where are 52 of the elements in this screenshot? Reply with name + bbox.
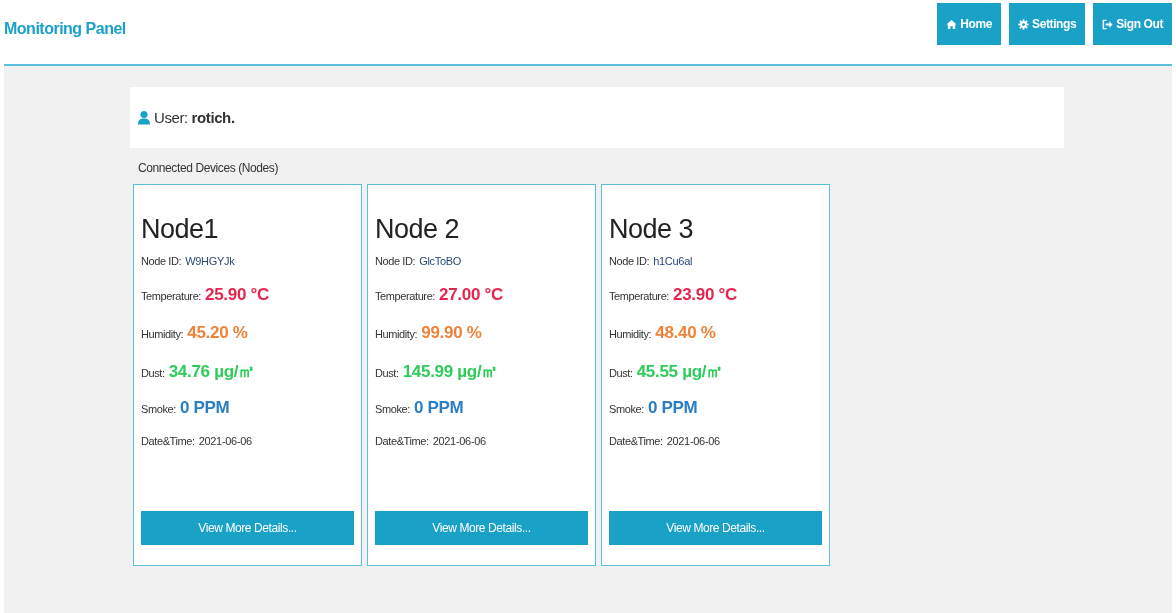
date-value: 2021-06-06 bbox=[432, 435, 486, 447]
node-id-label: Node ID: bbox=[609, 255, 650, 267]
reading-label: Temperature: bbox=[375, 290, 435, 302]
reading-value: 23.90 °C bbox=[673, 285, 737, 305]
reading-value: 45.20 % bbox=[187, 322, 248, 343]
nav-button[interactable]: Settings bbox=[1009, 3, 1086, 45]
reading-value: 0 PPM bbox=[179, 397, 230, 418]
reading-label: Dust: bbox=[375, 367, 399, 379]
reading-value: 45.55 µg/㎥ bbox=[636, 361, 723, 383]
reading-value: 27.00 °C bbox=[439, 285, 503, 305]
date-label: Date&Time: bbox=[609, 435, 663, 447]
reading-value: 48.40 % bbox=[655, 322, 716, 343]
reading-value: 25.90 °C bbox=[205, 285, 269, 305]
nav-button[interactable]: Sign Out bbox=[1093, 3, 1172, 45]
reading-label: Dust: bbox=[609, 367, 633, 379]
date-value: 2021-06-06 bbox=[198, 435, 252, 447]
node-name: Node1 bbox=[141, 214, 220, 245]
sign-out-icon bbox=[1102, 18, 1114, 30]
node-name: Node 3 bbox=[609, 214, 695, 245]
date-value: 2021-06-06 bbox=[666, 435, 720, 447]
node-id: h1Cu6al bbox=[653, 255, 693, 267]
reading-value: 0 PPM bbox=[647, 397, 698, 418]
details-button[interactable]: View More Details... bbox=[609, 511, 822, 545]
node-id-label: Node ID: bbox=[141, 255, 182, 267]
date-label: Date&Time: bbox=[141, 435, 195, 447]
reading-label: Humidity: bbox=[609, 327, 652, 340]
reading-label: Temperature: bbox=[609, 290, 669, 302]
home-icon bbox=[946, 18, 958, 30]
nav-button[interactable]: Home bbox=[937, 3, 1002, 45]
reading-label: Temperature: bbox=[141, 290, 201, 302]
reading-label: Smoke: bbox=[375, 402, 410, 415]
details-button[interactable]: View More Details... bbox=[375, 511, 588, 545]
reading-label: Humidity: bbox=[141, 327, 184, 340]
reading-value: 99.90 % bbox=[421, 322, 482, 343]
date-label: Date&Time: bbox=[375, 435, 429, 447]
user-icon bbox=[138, 110, 150, 125]
reading-label: Smoke: bbox=[141, 402, 176, 415]
gear-icon bbox=[1018, 18, 1030, 30]
reading-label: Smoke: bbox=[609, 402, 644, 415]
details-button[interactable]: View More Details... bbox=[141, 511, 354, 545]
node-id: W9HGYJk bbox=[185, 255, 235, 267]
reading-label: Humidity: bbox=[375, 327, 418, 340]
node-id: GlcToBO bbox=[419, 255, 462, 267]
reading-value: 34.76 µg/㎥ bbox=[168, 361, 255, 383]
reading-label: Dust: bbox=[141, 367, 165, 379]
node-name: Node 2 bbox=[375, 214, 461, 245]
reading-value: 0 PPM bbox=[413, 397, 464, 418]
section-title: Connected Devices (Nodes) bbox=[138, 161, 280, 175]
app-title: Monitoring Panel bbox=[4, 20, 126, 38]
node-id-label: Node ID: bbox=[375, 255, 416, 267]
user-label: User: rotich. bbox=[154, 109, 235, 126]
reading-value: 145.99 µg/㎥ bbox=[402, 361, 498, 383]
